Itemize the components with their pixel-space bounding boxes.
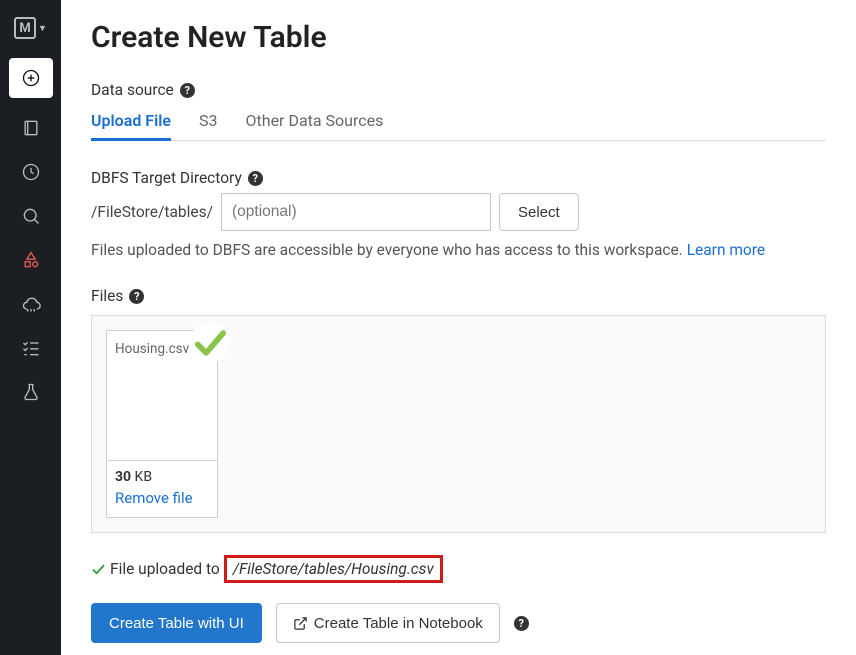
uploaded-file-card: Housing.csv 30 KB Remove file — [106, 330, 218, 518]
help-icon[interactable]: ? — [514, 616, 529, 631]
files-label-row: Files ? — [91, 287, 826, 305]
file-size-value: 30 — [115, 469, 131, 485]
sidebar-item-data[interactable] — [9, 240, 53, 280]
learn-more-link[interactable]: Learn more — [687, 241, 765, 259]
left-sidebar: M ▼ — [0, 0, 61, 655]
hint-text: Files uploaded to DBFS are accessible by… — [91, 241, 687, 259]
logo-letter: M — [14, 17, 36, 39]
action-buttons: Create Table with UI Create Table in Not… — [91, 603, 826, 643]
sidebar-item-recents[interactable] — [9, 152, 53, 192]
sidebar-item-experiments[interactable] — [9, 372, 53, 412]
upload-status-text: File uploaded to — [110, 560, 220, 578]
sidebar-item-workflows[interactable] — [9, 328, 53, 368]
create-table-notebook-label: Create Table in Notebook — [314, 615, 483, 632]
file-size: 30 KB — [115, 469, 209, 485]
check-icon — [91, 562, 106, 577]
tab-other[interactable]: Other Data Sources — [246, 105, 384, 140]
external-link-icon — [293, 616, 308, 631]
tab-upload-file[interactable]: Upload File — [91, 105, 171, 140]
dbfs-label: DBFS Target Directory — [91, 169, 242, 187]
create-table-ui-button[interactable]: Create Table with UI — [91, 603, 262, 643]
clock-icon — [21, 162, 41, 182]
dbfs-prefix: /FileStore/tables/ — [91, 203, 213, 221]
dbfs-hint: Files uploaded to DBFS are accessible by… — [91, 241, 826, 259]
uploaded-path: /FileStore/tables/Housing.csv — [224, 555, 443, 583]
data-source-label: Data source — [91, 81, 174, 99]
dbfs-directory-input[interactable] — [221, 193, 491, 231]
workspace-logo-button[interactable]: M ▼ — [9, 8, 53, 48]
sidebar-item-compute[interactable] — [9, 284, 53, 324]
sidebar-item-search[interactable] — [9, 196, 53, 236]
data-source-tabs: Upload File S3 Other Data Sources — [91, 105, 826, 141]
search-icon — [21, 206, 41, 226]
select-directory-button[interactable]: Select — [499, 193, 579, 231]
dbfs-directory-row: /FileStore/tables/ Select — [91, 193, 826, 231]
file-size-unit: KB — [131, 469, 152, 485]
help-icon[interactable]: ? — [129, 289, 144, 304]
upload-dropzone[interactable]: Housing.csv 30 KB Remove file — [91, 315, 826, 533]
plus-circle-icon — [21, 68, 41, 88]
list-check-icon — [21, 338, 41, 358]
data-icon — [21, 250, 41, 270]
file-name: Housing.csv — [107, 331, 217, 461]
cluster-icon — [21, 294, 41, 314]
files-label: Files — [91, 287, 123, 305]
page-title: Create New Table — [91, 20, 826, 55]
help-icon[interactable]: ? — [180, 83, 195, 98]
remove-file-link[interactable]: Remove file — [115, 489, 193, 507]
upload-status-row: File uploaded to /FileStore/tables/Housi… — [91, 555, 826, 583]
dbfs-label-row: DBFS Target Directory ? — [91, 169, 826, 187]
create-table-notebook-button[interactable]: Create Table in Notebook — [276, 603, 500, 643]
main-content: Create New Table Data source ? Upload Fi… — [61, 0, 856, 655]
tab-s3[interactable]: S3 — [199, 105, 218, 140]
sidebar-item-workspace[interactable] — [9, 108, 53, 148]
data-source-label-row: Data source ? — [91, 81, 826, 99]
create-button[interactable] — [9, 58, 53, 98]
help-icon[interactable]: ? — [248, 171, 263, 186]
flask-icon — [21, 382, 41, 402]
chevron-down-icon: ▼ — [38, 23, 47, 34]
notebook-icon — [21, 118, 41, 138]
